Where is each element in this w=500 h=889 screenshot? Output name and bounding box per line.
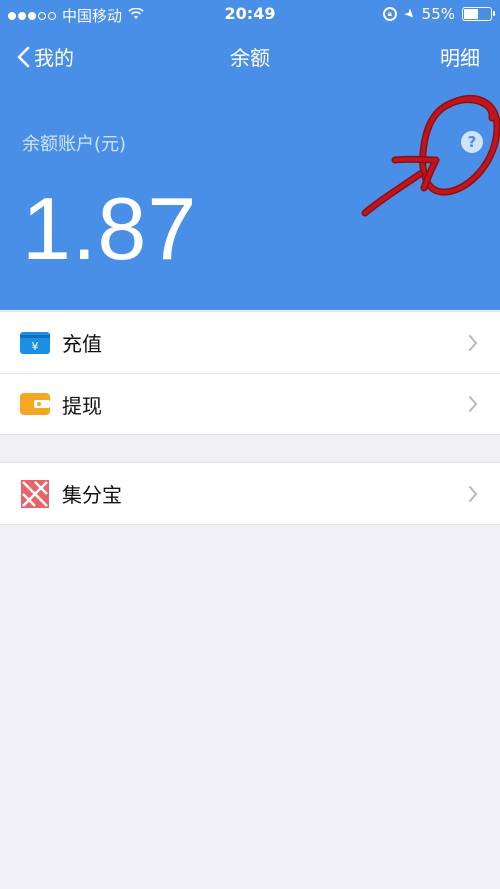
menu-item-recharge[interactable]: ¥ 充值 (0, 312, 500, 373)
svg-text:¥: ¥ (32, 340, 39, 353)
location-arrow-icon: ➤ (400, 4, 419, 24)
status-bar: 中国移动 20:49 🔒︎ ➤ 55% (0, 0, 500, 30)
battery-icon (462, 7, 495, 21)
nav-bar: 我的 余额 明细 (0, 36, 500, 76)
menu-item-label: 集分宝 (62, 483, 122, 507)
chevron-right-icon (469, 396, 478, 412)
chevron-right-icon (469, 334, 478, 351)
recharge-icon: ¥ (20, 328, 50, 358)
help-question-icon[interactable]: ? (461, 131, 483, 153)
balance-header: 中国移动 20:49 🔒︎ ➤ 55% 我的 余额 明细 余额账户(元) ? 1… (0, 0, 500, 310)
menu-item-label: 充值 (62, 332, 102, 356)
points-menu: 集分宝 (0, 462, 500, 525)
status-right: 🔒︎ ➤ 55% (382, 4, 495, 24)
withdraw-icon (20, 389, 50, 419)
chevron-right-icon (469, 485, 478, 502)
page-title: 余额 (230, 46, 270, 70)
funds-menu: ¥ 充值 提现 (0, 311, 500, 435)
menu-item-withdraw[interactable]: 提现 (0, 373, 500, 434)
balance-amount: 1.87 (22, 179, 198, 278)
menu-item-jifenbao[interactable]: 集分宝 (0, 463, 500, 524)
menu-item-label: 提现 (62, 393, 102, 418)
jifenbao-icon (20, 479, 50, 509)
battery-percent: 55% (421, 5, 455, 23)
balance-label: 余额账户(元) (22, 134, 127, 155)
rotation-lock-icon: 🔒︎ (382, 7, 397, 21)
detail-button[interactable]: 明细 (440, 42, 480, 71)
